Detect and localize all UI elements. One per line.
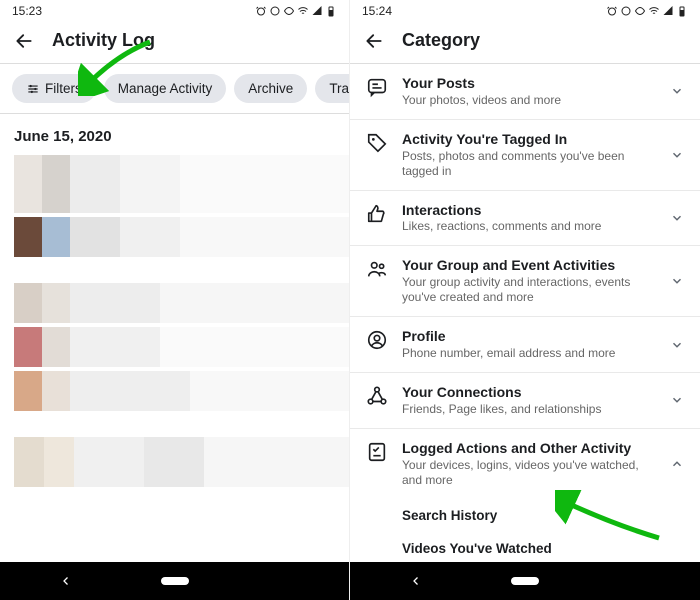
cat-title: Activity You're Tagged In: [402, 131, 654, 148]
cat-sub: Your devices, logins, videos you've watc…: [402, 458, 654, 488]
people-icon: [366, 258, 388, 280]
subitem-videos-watched[interactable]: Videos You've Watched: [350, 532, 700, 565]
arrow-left-icon: [14, 31, 34, 51]
chevron-down-icon: [668, 148, 686, 162]
manage-activity-chip[interactable]: Manage Activity: [104, 74, 227, 103]
checklist-icon: [366, 441, 388, 463]
status-bar: 15:23: [0, 0, 349, 20]
redacted-content: [0, 155, 349, 600]
signal-icon: [662, 5, 674, 17]
arrow-left-icon: [364, 31, 384, 51]
header: Activity Log: [0, 20, 349, 63]
back-button[interactable]: [14, 31, 34, 51]
battery-icon: [676, 5, 688, 17]
filters-chip[interactable]: Filters: [12, 74, 96, 103]
alarm-icon: [255, 5, 267, 17]
header: Category: [350, 20, 700, 63]
post-icon: [366, 76, 388, 98]
nav-back-icon[interactable]: [60, 575, 72, 587]
category-logged-actions[interactable]: Logged Actions and Other ActivityYour de…: [350, 429, 700, 499]
nav-home-pill[interactable]: [511, 577, 539, 585]
android-nav-bar: [350, 562, 700, 600]
cat-sub: Phone number, email address and more: [402, 346, 654, 361]
chip-label: Trash: [329, 81, 349, 96]
left-phone: 15:23 Activity Log Filters Manage Activ: [0, 0, 350, 600]
visibility-icon: [283, 5, 295, 17]
chevron-down-icon: [668, 84, 686, 98]
sliders-icon: [26, 82, 40, 96]
wifi-icon: [297, 5, 309, 17]
filters-chip-label: Filters: [45, 81, 82, 96]
cat-title: Your Posts: [402, 75, 654, 92]
cat-title: Interactions: [402, 202, 654, 219]
signal-icon: [311, 5, 323, 17]
right-phone: 15:24 Category Your PostsYour photos, vi…: [350, 0, 700, 600]
category-groups-events[interactable]: Your Group and Event ActivitiesYour grou…: [350, 246, 700, 317]
tag-icon: [366, 132, 388, 154]
chevron-down-icon: [668, 393, 686, 407]
cat-title: Logged Actions and Other Activity: [402, 440, 654, 457]
sync-icon: [620, 5, 632, 17]
page-title: Category: [402, 30, 480, 51]
cat-title: Profile: [402, 328, 654, 345]
cat-sub: Your photos, videos and more: [402, 93, 654, 108]
profile-icon: [366, 329, 388, 351]
chip-row: Filters Manage Activity Archive Trash: [0, 64, 349, 113]
cat-title: Your Connections: [402, 384, 654, 401]
connections-icon: [366, 385, 388, 407]
cat-sub: Likes, reactions, comments and more: [402, 219, 654, 234]
chevron-down-icon: [668, 338, 686, 352]
thumbs-up-icon: [366, 203, 388, 225]
cat-sub: Your group activity and interactions, ev…: [402, 275, 654, 305]
status-time: 15:24: [362, 4, 392, 18]
category-interactions[interactable]: InteractionsLikes, reactions, comments a…: [350, 191, 700, 247]
date-header: June 15, 2020: [0, 114, 349, 155]
alarm-icon: [606, 5, 618, 17]
chevron-down-icon: [668, 211, 686, 225]
category-your-posts[interactable]: Your PostsYour photos, videos and more: [350, 64, 700, 120]
android-nav-bar: [0, 562, 349, 600]
status-time: 15:23: [12, 4, 42, 18]
archive-chip[interactable]: Archive: [234, 74, 307, 103]
category-list: Your PostsYour photos, videos and more A…: [350, 64, 700, 600]
chip-label: Archive: [248, 81, 293, 96]
page-title: Activity Log: [52, 30, 155, 51]
category-profile[interactable]: ProfilePhone number, email address and m…: [350, 317, 700, 373]
status-bar: 15:24: [350, 0, 700, 20]
cat-title: Your Group and Event Activities: [402, 257, 654, 274]
status-icons: [255, 5, 337, 17]
wifi-icon: [648, 5, 660, 17]
cat-sub: Posts, photos and comments you've been t…: [402, 149, 654, 179]
visibility-icon: [634, 5, 646, 17]
back-button[interactable]: [364, 31, 384, 51]
status-icons: [606, 5, 688, 17]
chip-label: Manage Activity: [118, 81, 213, 96]
subitem-search-history[interactable]: Search History: [350, 499, 700, 532]
chevron-down-icon: [668, 274, 686, 288]
battery-icon: [325, 5, 337, 17]
category-connections[interactable]: Your ConnectionsFriends, Page likes, and…: [350, 373, 700, 429]
nav-back-icon[interactable]: [410, 575, 422, 587]
sync-icon: [269, 5, 281, 17]
category-tagged[interactable]: Activity You're Tagged InPosts, photos a…: [350, 120, 700, 191]
nav-home-pill[interactable]: [161, 577, 189, 585]
chevron-up-icon: [668, 457, 686, 471]
cat-sub: Friends, Page likes, and relationships: [402, 402, 654, 417]
trash-chip[interactable]: Trash: [315, 74, 349, 103]
